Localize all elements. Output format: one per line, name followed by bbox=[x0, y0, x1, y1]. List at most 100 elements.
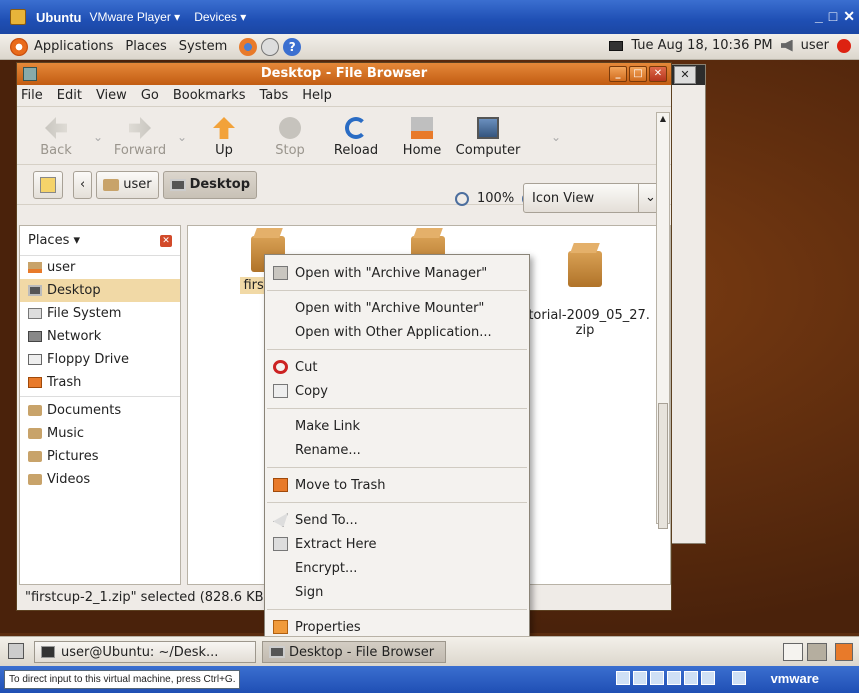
vertical-scrollbar[interactable]: ▲ bbox=[656, 112, 670, 529]
breadcrumb-left-button[interactable]: ‹ bbox=[73, 170, 93, 199]
zoom-level[interactable]: 100% bbox=[477, 191, 514, 206]
show-desktop-icon[interactable] bbox=[8, 643, 24, 659]
user-menu[interactable]: user bbox=[801, 38, 829, 53]
sidebar-mode-selector[interactable]: Places ▾ bbox=[28, 233, 80, 248]
vm-close-button[interactable]: ✕ bbox=[843, 8, 855, 25]
scrollbar-thumb[interactable] bbox=[658, 403, 668, 529]
toggle-location-button[interactable] bbox=[33, 170, 63, 199]
menu-item-label: Sign bbox=[295, 584, 324, 600]
ubuntu-logo-icon[interactable] bbox=[10, 38, 28, 56]
background-window-close-button[interactable]: ✕ bbox=[674, 66, 696, 84]
stop-icon bbox=[279, 117, 301, 139]
open-with-archive-mounter-item[interactable]: Open with "Archive Mounter" bbox=[265, 296, 529, 320]
vm-minimize-button[interactable]: _ bbox=[815, 8, 823, 25]
cd-drive-icon[interactable] bbox=[633, 671, 647, 685]
menu-item-label: Encrypt... bbox=[295, 560, 358, 576]
close-sidebar-icon[interactable]: ✕ bbox=[160, 235, 172, 247]
stop-button[interactable]: Stop bbox=[257, 117, 323, 158]
scroll-up-arrow-icon[interactable]: ▲ bbox=[658, 114, 668, 126]
view-mode-select[interactable]: Icon View ⌄ bbox=[523, 183, 663, 213]
menu-bookmarks[interactable]: Bookmarks bbox=[173, 88, 246, 103]
applications-menu[interactable]: Applications bbox=[34, 39, 113, 54]
sidebar-item-label: user bbox=[47, 260, 76, 275]
window-titlebar[interactable]: Desktop - File Browser _ □ ✕ bbox=[17, 63, 671, 85]
message-icon[interactable] bbox=[732, 671, 746, 685]
menu-file[interactable]: File bbox=[21, 88, 43, 103]
menu-view[interactable]: View bbox=[96, 88, 127, 103]
reload-button[interactable]: Reload bbox=[323, 117, 389, 158]
vmware-titlebar: Ubuntu VMware Player ▾ Devices ▾ _ □ ✕ bbox=[0, 0, 859, 34]
sidebar-item-pictures[interactable]: Pictures bbox=[20, 445, 180, 468]
sidebar-item-user[interactable]: user bbox=[20, 256, 180, 279]
places-menu[interactable]: Places bbox=[125, 39, 166, 54]
trash-applet-icon[interactable] bbox=[835, 643, 853, 661]
sidebar-item-videos[interactable]: Videos bbox=[20, 468, 180, 491]
copy-item[interactable]: Copy bbox=[265, 379, 529, 403]
cut-item[interactable]: Cut bbox=[265, 355, 529, 379]
network-monitor-icon[interactable] bbox=[609, 40, 624, 51]
menu-go[interactable]: Go bbox=[141, 88, 159, 103]
sidebar-item-documents[interactable]: Documents bbox=[20, 399, 180, 422]
sidebar-item-network[interactable]: Network bbox=[20, 325, 180, 348]
forward-history-dropdown[interactable]: ⌄ bbox=[173, 130, 191, 144]
maximize-button[interactable]: □ bbox=[629, 66, 647, 82]
vm-maximize-button[interactable]: □ bbox=[829, 8, 837, 25]
floppy-icon[interactable] bbox=[650, 671, 664, 685]
back-button[interactable]: Back bbox=[23, 117, 89, 158]
file-item-tutorial-zip[interactable]: utorial-2009_05_27. zip bbox=[520, 236, 650, 338]
toolbar-overflow-button[interactable]: ⌄ bbox=[547, 130, 565, 144]
sign-item[interactable]: Sign bbox=[265, 580, 529, 604]
sidebar-header[interactable]: Places ▾ ✕ bbox=[20, 226, 180, 256]
rename-item[interactable]: Rename... bbox=[265, 438, 529, 462]
extract-here-item[interactable]: Extract Here bbox=[265, 532, 529, 556]
hard-disk-icon[interactable] bbox=[616, 671, 630, 685]
taskbar-file-browser[interactable]: Desktop - File Browser bbox=[262, 641, 446, 663]
minimize-button[interactable]: _ bbox=[609, 66, 627, 82]
zoom-out-icon[interactable] bbox=[455, 191, 469, 206]
sidebar-item-desktop[interactable]: Desktop bbox=[20, 279, 180, 302]
home-button[interactable]: Home bbox=[389, 117, 455, 158]
devices-menu[interactable]: Devices ▾ bbox=[194, 10, 246, 24]
menu-help[interactable]: Help bbox=[302, 88, 332, 103]
sidebar-item-trash[interactable]: Trash bbox=[20, 371, 180, 394]
breadcrumb-desktop[interactable]: Desktop bbox=[162, 170, 258, 199]
move-to-trash-item[interactable]: Move to Trash bbox=[265, 473, 529, 497]
copy-icon bbox=[273, 384, 288, 398]
usb-icon[interactable] bbox=[684, 671, 698, 685]
menu-item-label: Properties bbox=[295, 619, 361, 635]
network-adapter-icon[interactable] bbox=[667, 671, 681, 685]
menu-tabs[interactable]: Tabs bbox=[259, 88, 288, 103]
make-link-item[interactable]: Make Link bbox=[265, 414, 529, 438]
back-history-dropdown[interactable]: ⌄ bbox=[89, 130, 107, 144]
vmware-player-menu[interactable]: VMware Player ▾ bbox=[89, 10, 180, 24]
sidebar-item-music[interactable]: Music bbox=[20, 422, 180, 445]
menu-separator bbox=[267, 290, 527, 291]
sound-icon[interactable] bbox=[701, 671, 715, 685]
window-menu-icon[interactable] bbox=[23, 67, 37, 81]
clock[interactable]: Tue Aug 18, 10:36 PM bbox=[631, 38, 772, 53]
up-button[interactable]: Up bbox=[191, 117, 257, 158]
menu-edit[interactable]: Edit bbox=[57, 88, 82, 103]
taskbar-terminal[interactable]: user@Ubuntu: ~/Desk... bbox=[34, 641, 256, 663]
help-launcher-icon[interactable]: ? bbox=[283, 37, 302, 56]
edit-location-icon bbox=[40, 176, 56, 193]
device-icons bbox=[616, 671, 746, 685]
send-to-item[interactable]: Send To... bbox=[265, 508, 529, 532]
close-button[interactable]: ✕ bbox=[649, 66, 667, 82]
sidebar-item-file-system[interactable]: File System bbox=[20, 302, 180, 325]
system-menu[interactable]: System bbox=[179, 39, 227, 54]
sidebar-item-floppy-drive[interactable]: Floppy Drive bbox=[20, 348, 180, 371]
open-with-other-application-item[interactable]: Open with Other Application... bbox=[265, 320, 529, 344]
breadcrumb-user[interactable]: user bbox=[96, 170, 159, 199]
mail-launcher-icon[interactable] bbox=[261, 37, 280, 56]
workspace-1[interactable] bbox=[783, 643, 803, 661]
background-window[interactable] bbox=[668, 64, 706, 544]
forward-button[interactable]: Forward bbox=[107, 117, 173, 158]
firefox-launcher-icon[interactable] bbox=[239, 37, 258, 56]
open-with-archive-manager-item[interactable]: Open with "Archive Manager" bbox=[265, 261, 529, 285]
volume-icon[interactable] bbox=[780, 39, 793, 52]
encrypt-item[interactable]: Encrypt... bbox=[265, 556, 529, 580]
power-icon[interactable] bbox=[837, 38, 851, 53]
workspace-2[interactable] bbox=[807, 643, 827, 661]
computer-button[interactable]: Computer bbox=[455, 117, 521, 158]
